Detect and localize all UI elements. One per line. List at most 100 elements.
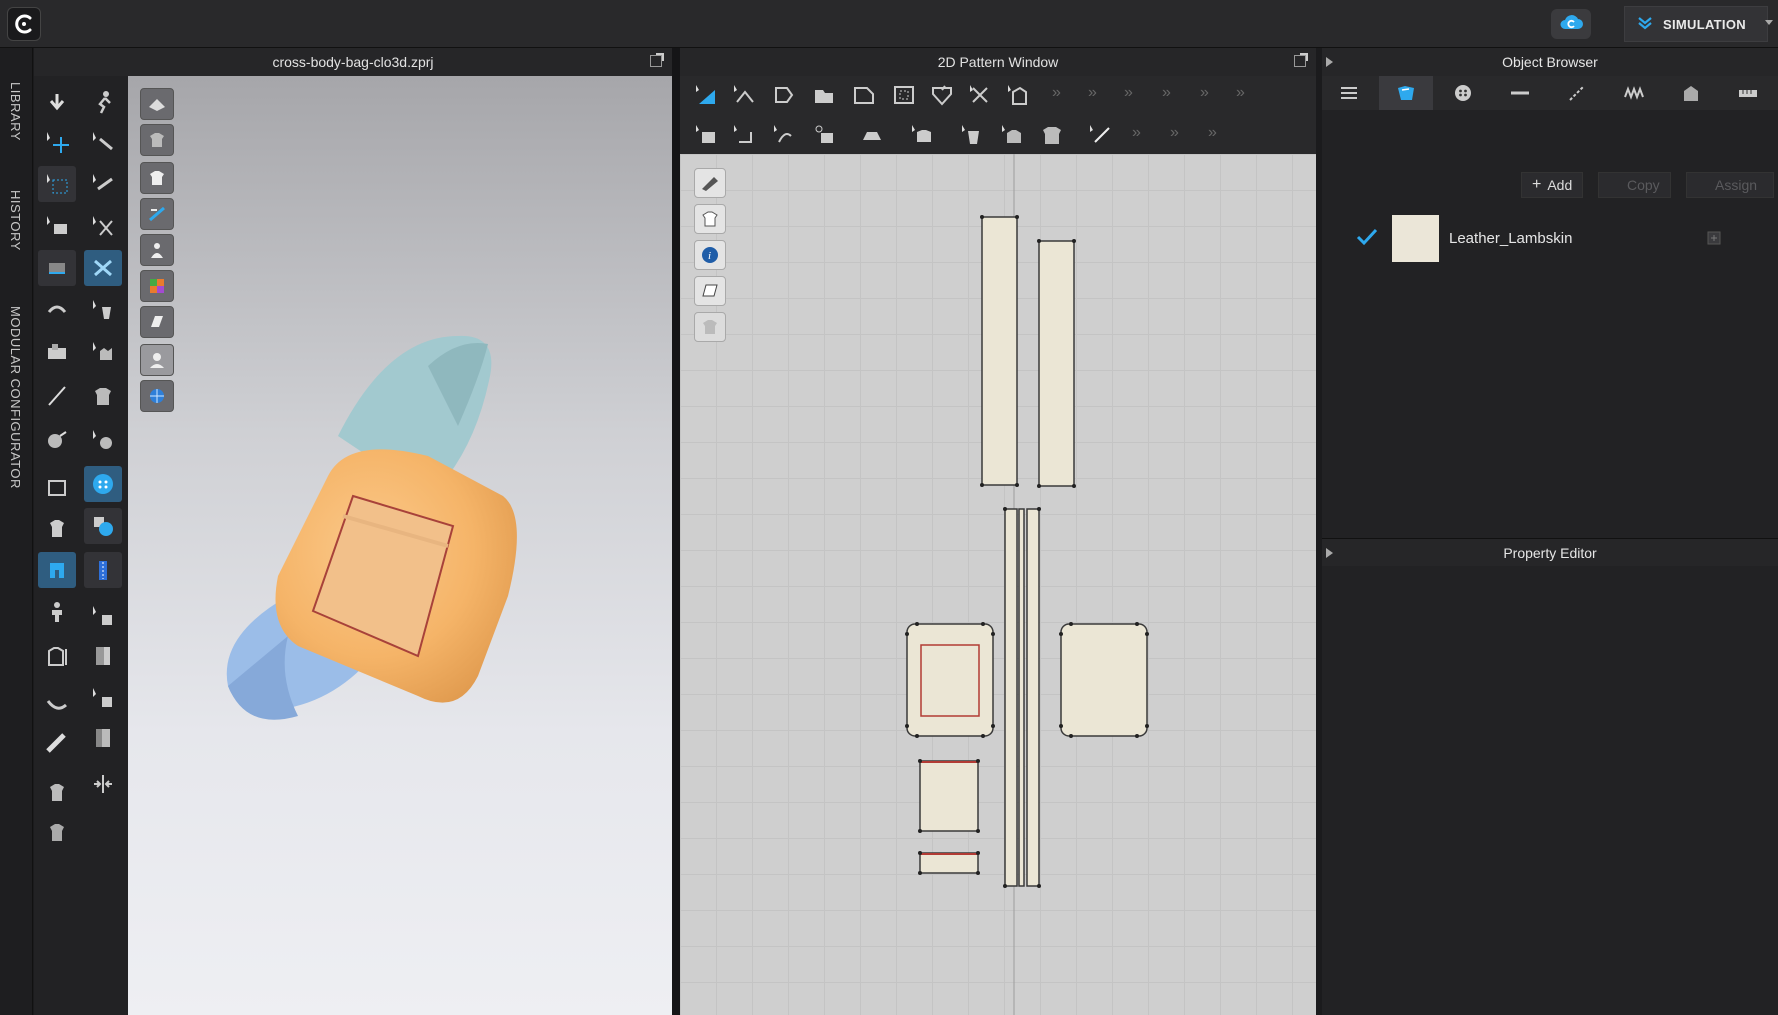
trim-tool-icon[interactable] <box>38 468 76 504</box>
3d-tool-column <box>34 76 128 1015</box>
avatar-tool-icon[interactable] <box>38 594 76 630</box>
m-n-sewing-icon[interactable] <box>768 119 800 151</box>
ruler-tool-icon[interactable] <box>38 726 76 762</box>
line-tool-icon[interactable] <box>1084 119 1116 151</box>
object-browser-title-bar: Object Browser <box>1322 48 1778 76</box>
sewing-select-tool-icon[interactable] <box>38 208 76 244</box>
zipper-tool-icon[interactable] <box>84 292 122 328</box>
edit-point-icon[interactable] <box>728 79 760 111</box>
collapse-arrow-icon[interactable] <box>1326 57 1333 67</box>
button-select-tool-icon[interactable] <box>84 422 122 458</box>
pattern-pieces[interactable] <box>680 154 1316 1015</box>
dart-icon[interactable] <box>926 79 958 111</box>
fold-arrangement-icon[interactable] <box>856 119 888 151</box>
pin-tool-icon[interactable] <box>84 124 122 160</box>
free-sewing-tool-icon[interactable] <box>84 250 122 286</box>
collapse-arrow-icon[interactable] <box>1326 548 1333 558</box>
garment-fit-tool-icon[interactable] <box>38 510 76 546</box>
simulation-mode-button[interactable]: SIMULATION <box>1624 6 1768 42</box>
zipper-puller-tool-icon[interactable] <box>84 552 122 588</box>
rectangle-icon[interactable] <box>848 79 880 111</box>
piping-tool-icon[interactable] <box>84 334 122 370</box>
tab-fabric-icon[interactable] <box>1379 76 1433 110</box>
segment-sewing-2d-icon[interactable] <box>690 119 722 151</box>
2d-pattern-window: 2D Pattern Window » » » » » » » » » i <box>680 48 1316 1015</box>
2d-pattern-canvas[interactable]: i <box>680 154 1316 1015</box>
material-list-item[interactable]: Leather_Lambskin <box>1322 214 1778 264</box>
avatar-pose-tool-icon[interactable] <box>84 84 122 120</box>
shirt-edit-tool-icon[interactable] <box>38 814 76 850</box>
tab-puckering-icon[interactable] <box>1607 76 1661 110</box>
tab-button-icon[interactable] <box>1436 76 1490 110</box>
tab-library[interactable]: LIBRARY <box>8 82 23 141</box>
move-down-tool-icon[interactable] <box>38 84 76 120</box>
material-name: Leather_Lambskin <box>1449 230 1573 247</box>
bag-3d-render[interactable] <box>128 76 672 1015</box>
checker-2d-icon[interactable] <box>1036 119 1068 151</box>
3d-window-title: cross-body-bag-clo3d.zprj <box>272 54 434 70</box>
material-swatch <box>1392 215 1439 262</box>
needle-tool-icon[interactable] <box>38 378 76 414</box>
clo-logo-icon[interactable] <box>7 7 41 41</box>
tab-list-icon[interactable] <box>1322 76 1376 110</box>
internal-rectangle-icon[interactable] <box>888 79 920 111</box>
popout-icon[interactable] <box>650 53 664 67</box>
texture-tool-icon[interactable] <box>84 720 122 756</box>
shirt-select-tool-icon[interactable] <box>38 774 76 810</box>
texture-select-tool-icon[interactable] <box>84 680 122 716</box>
tack-tool-icon[interactable] <box>84 166 122 202</box>
cloud-sync-button[interactable] <box>1551 9 1591 39</box>
buttonhole-tool-icon[interactable] <box>84 508 122 544</box>
2d-window-title-bar: 2D Pattern Window <box>680 48 1316 76</box>
piping-2d-icon[interactable] <box>996 119 1028 151</box>
avatar-garment-tool-icon[interactable] <box>38 552 76 588</box>
tape-tool-icon[interactable] <box>38 686 76 722</box>
edit-pattern-tool-icon[interactable] <box>38 250 76 286</box>
simulation-mode-label: SIMULATION <box>1663 16 1746 32</box>
tack-2d-icon[interactable] <box>906 119 938 151</box>
material-options-icon[interactable] <box>1706 230 1722 251</box>
graphic-tool-icon[interactable] <box>84 638 122 674</box>
transform-pattern-icon[interactable] <box>690 79 722 111</box>
property-editor-body <box>1322 566 1778 1015</box>
3d-window: cross-body-bag-clo3d.zprj <box>34 48 672 1015</box>
select-box-tool-icon[interactable] <box>38 166 76 202</box>
tab-ruler-icon[interactable] <box>1721 76 1775 110</box>
tab-modular-configurator[interactable]: MODULAR CONFIGURATOR <box>8 306 23 489</box>
trace-icon[interactable] <box>1002 79 1034 111</box>
measure-garment-tool-icon[interactable] <box>38 638 76 674</box>
fit-tool-icon[interactable] <box>38 422 76 458</box>
polygon-icon[interactable] <box>808 79 840 111</box>
sewing-machine-tool-icon[interactable] <box>38 334 76 370</box>
segment-sewing-tool-icon[interactable] <box>84 208 122 244</box>
assign-button-label: Assign <box>1715 177 1758 193</box>
panel-divider[interactable] <box>672 48 680 1015</box>
popout-icon[interactable] <box>1294 53 1308 67</box>
checker-tool-icon[interactable] <box>84 378 122 414</box>
select-move-tool-icon[interactable] <box>38 124 76 160</box>
edit-curvature-icon[interactable] <box>768 79 800 111</box>
button-tool-icon[interactable] <box>84 466 122 502</box>
checkmark-icon[interactable] <box>1356 228 1378 251</box>
tab-graphic-icon[interactable] <box>1664 76 1718 110</box>
object-browser-tabs <box>1322 76 1778 110</box>
add-button[interactable]: + Add <box>1521 172 1584 198</box>
chevron-double-down-icon <box>1637 15 1653 34</box>
property-editor-title: Property Editor <box>1503 544 1597 561</box>
tab-history[interactable]: HISTORY <box>8 190 23 251</box>
copy-button[interactable]: Copy <box>1598 172 1671 198</box>
cut-icon[interactable] <box>964 79 996 111</box>
3d-viewport[interactable] <box>128 76 672 1015</box>
fold-tool-icon[interactable] <box>38 292 76 328</box>
assign-button[interactable]: Assign <box>1686 172 1774 198</box>
tab-topstitch-icon[interactable] <box>1550 76 1604 110</box>
puckering-icon[interactable] <box>956 119 988 151</box>
free-sewing-2d-icon[interactable] <box>728 119 760 151</box>
tab-buttonhole-icon[interactable] <box>1493 76 1547 110</box>
caret-down-icon[interactable] <box>1765 20 1773 25</box>
graphic-select-tool-icon[interactable] <box>84 598 122 634</box>
add-button-label: Add <box>1547 177 1573 193</box>
object-browser-title: Object Browser <box>1502 54 1598 70</box>
check-sewing-icon[interactable] <box>808 119 840 151</box>
shrink-tool-icon[interactable] <box>84 766 122 802</box>
